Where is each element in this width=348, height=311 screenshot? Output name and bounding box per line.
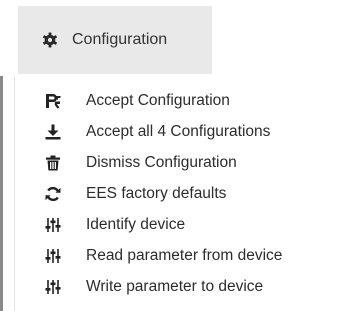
- menu-item-read-parameter[interactable]: Read parameter from device: [15, 241, 345, 271]
- menu-item-dismiss-configuration[interactable]: Dismiss Configuration: [15, 148, 345, 178]
- download-icon: [45, 124, 61, 140]
- menu-item-identify-device[interactable]: Identify device: [15, 210, 345, 240]
- top-bar: Configuration: [0, 0, 348, 76]
- trash-icon: [46, 155, 60, 171]
- menu-item-label: Identify device: [86, 216, 186, 233]
- menu-item-label: Accept all 4 Configurations: [86, 123, 271, 140]
- accept-configuration-icon: [46, 94, 61, 109]
- configuration-menu-button[interactable]: Configuration: [18, 6, 212, 74]
- menu-item-label: Dismiss Configuration: [86, 154, 237, 171]
- menu-item-label: Write parameter to device: [86, 278, 264, 295]
- configuration-tab-label: Configuration: [72, 31, 168, 48]
- sliders-icon: [45, 218, 61, 232]
- menu-item-write-parameter[interactable]: Write parameter to device: [15, 272, 345, 302]
- menu-item-label: Read parameter from device: [86, 247, 283, 264]
- gear-icon: [43, 32, 57, 48]
- menu-item-label: EES factory defaults: [86, 185, 227, 202]
- menu-item-ees-factory-defaults[interactable]: EES factory defaults: [15, 179, 345, 209]
- menu-item-label: Accept Configuration: [86, 92, 230, 109]
- menu-item-accept-configuration[interactable]: Accept Configuration: [15, 86, 345, 116]
- menu-item-accept-all-configurations[interactable]: Accept all 4 Configurations: [15, 117, 345, 147]
- configuration-dropdown-menu: Accept Configuration Accept all 4 Config…: [14, 76, 348, 311]
- sliders-icon: [45, 280, 61, 294]
- sliders-icon: [45, 249, 61, 263]
- refresh-icon: [45, 186, 61, 202]
- left-edge-divider: [0, 76, 3, 311]
